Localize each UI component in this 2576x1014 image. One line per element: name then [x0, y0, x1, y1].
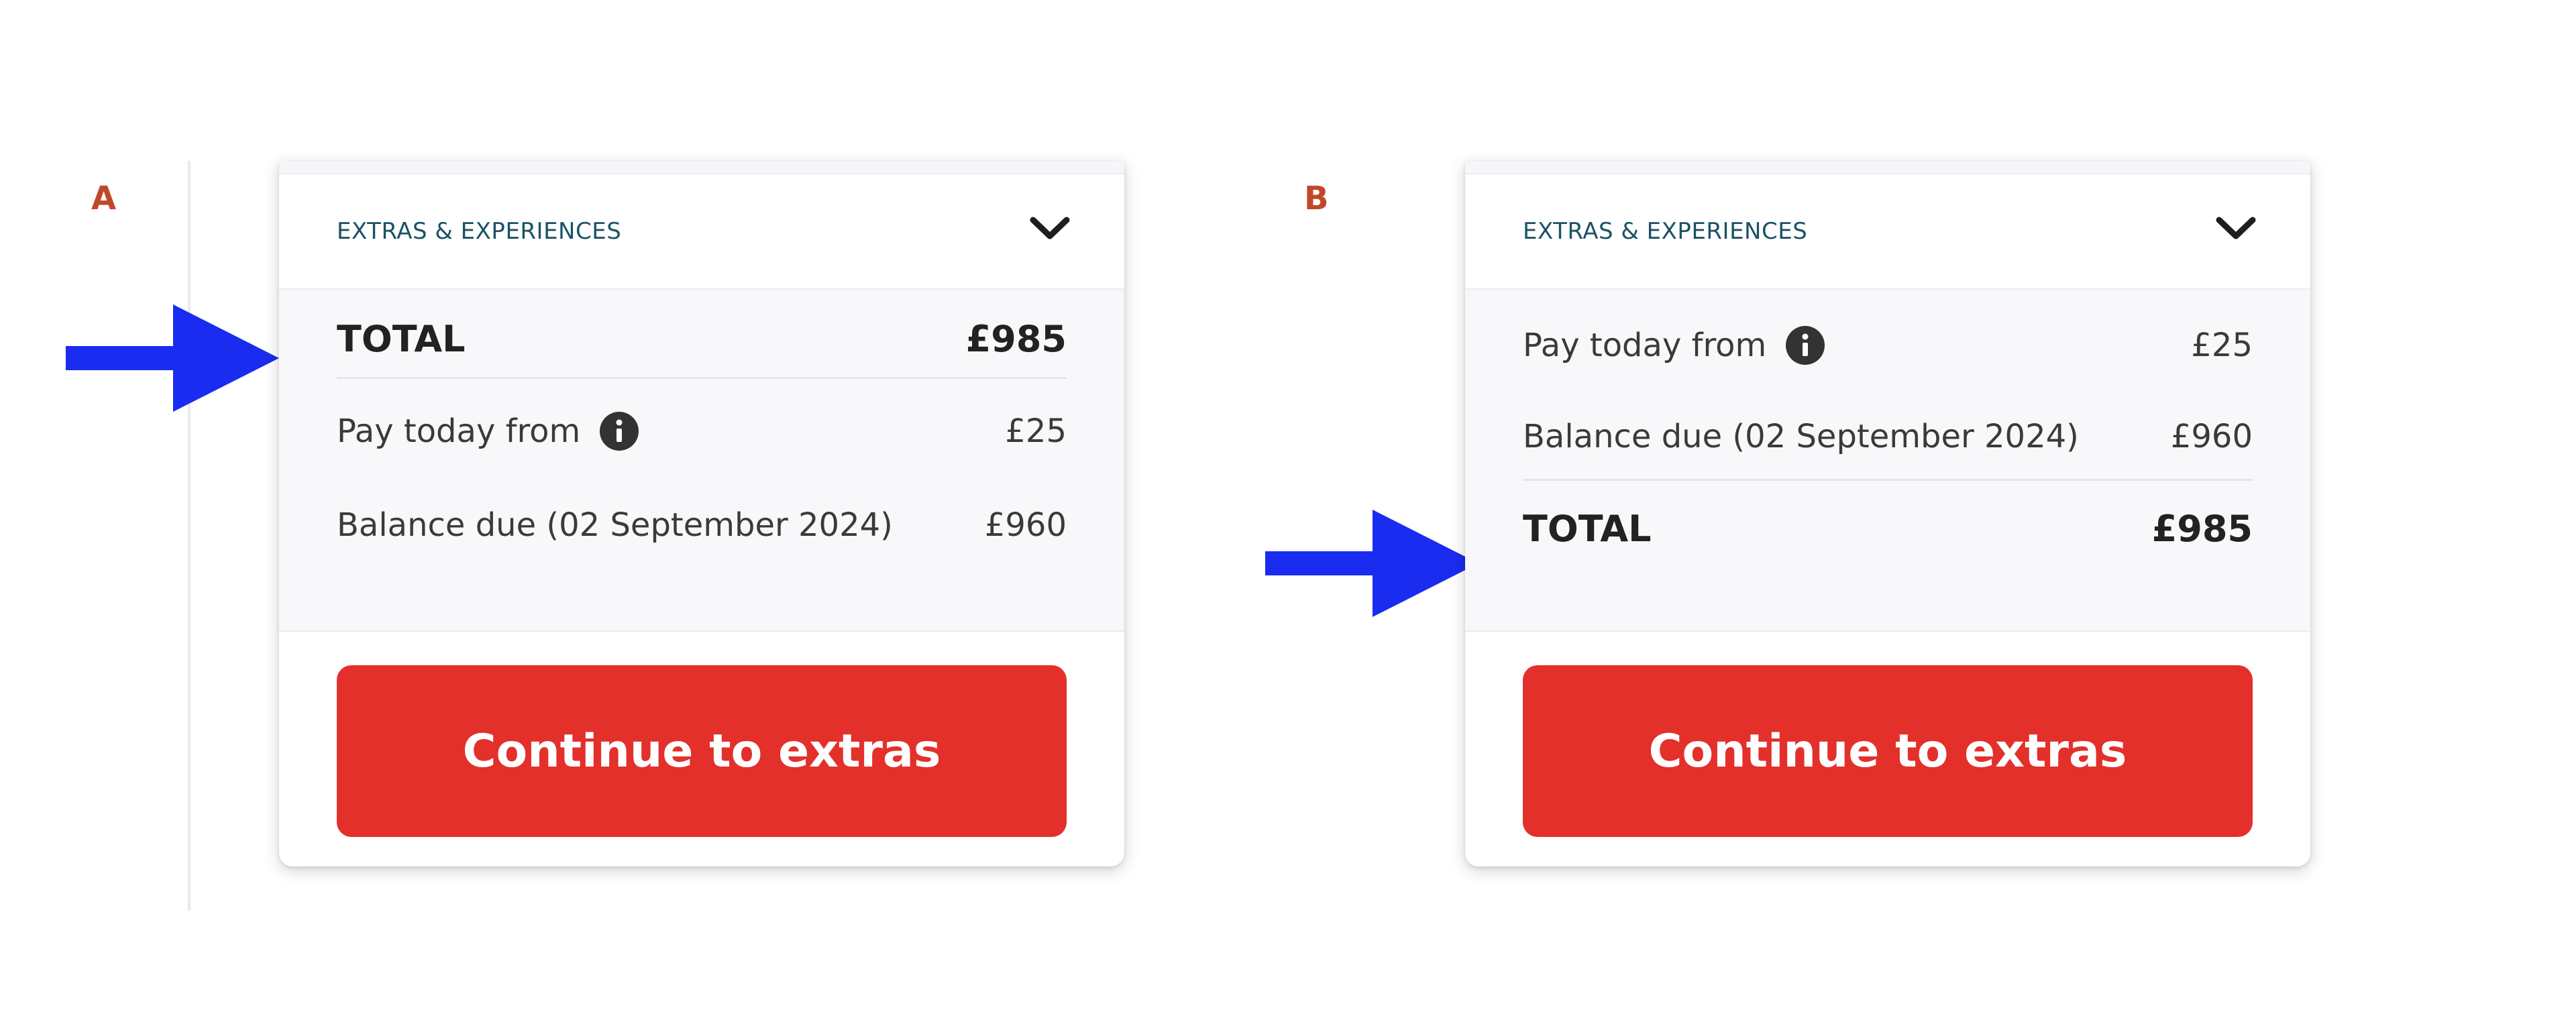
balance-row: Balance due (02 September 2024) £960 [337, 495, 1067, 555]
extras-accordion-header[interactable]: EXTRAS & EXPERIENCES [279, 174, 1124, 290]
arrow-right-icon [1265, 510, 1479, 617]
card-top-strip [1465, 161, 2310, 174]
total-row: TOTAL £985 [1523, 495, 2253, 562]
extras-accordion-header[interactable]: EXTRAS & EXPERIENCES [1465, 174, 2310, 290]
chevron-down-icon[interactable] [1028, 212, 1072, 244]
balance-label: Balance due (02 September 2024) [1523, 418, 2079, 455]
pay-today-row: Pay today from £25 [1523, 315, 2253, 376]
arrow-right-icon [66, 304, 279, 412]
chevron-down-icon[interactable] [2214, 212, 2258, 244]
info-circle-icon[interactable] [1785, 325, 1825, 365]
pay-today-row: Pay today from £25 [337, 401, 1067, 461]
balance-row: Balance due (02 September 2024) £960 [1523, 406, 2253, 467]
pay-today-value: £25 [2191, 327, 2253, 364]
total-value: £985 [965, 317, 1067, 360]
total-label: TOTAL [337, 317, 466, 360]
booking-summary-card-b: EXTRAS & EXPERIENCES Pay today from £25 … [1465, 161, 2310, 866]
extras-title: EXTRAS & EXPERIENCES [1523, 218, 1808, 245]
price-summary: Pay today from £25 Balance due (02 Septe… [1465, 290, 2310, 632]
balance-label: Balance due (02 September 2024) [337, 506, 893, 544]
balance-value: £960 [2170, 418, 2253, 455]
total-divider [1523, 479, 2253, 481]
pay-today-label: Pay today from [1523, 327, 1767, 364]
variant-label-a: A [91, 180, 117, 217]
info-circle-icon[interactable] [599, 411, 639, 451]
balance-value: £960 [984, 506, 1067, 544]
continue-to-extras-button[interactable]: Continue to extras [1523, 665, 2253, 837]
card-top-strip [279, 161, 1124, 174]
total-divider [337, 377, 1067, 379]
booking-summary-card-a: EXTRAS & EXPERIENCES TOTAL £985 Pay toda… [279, 161, 1124, 866]
total-value: £985 [2151, 507, 2253, 550]
total-label: TOTAL [1523, 507, 1652, 550]
pay-today-value: £25 [1005, 412, 1067, 450]
variant-label-b: B [1304, 180, 1329, 217]
page-divider [188, 161, 191, 911]
extras-title: EXTRAS & EXPERIENCES [337, 218, 622, 245]
continue-to-extras-button[interactable]: Continue to extras [337, 665, 1067, 837]
total-row: TOTAL £985 [337, 308, 1067, 369]
price-summary: TOTAL £985 Pay today from £25 Balance du… [279, 290, 1124, 632]
pay-today-label: Pay today from [337, 412, 581, 450]
